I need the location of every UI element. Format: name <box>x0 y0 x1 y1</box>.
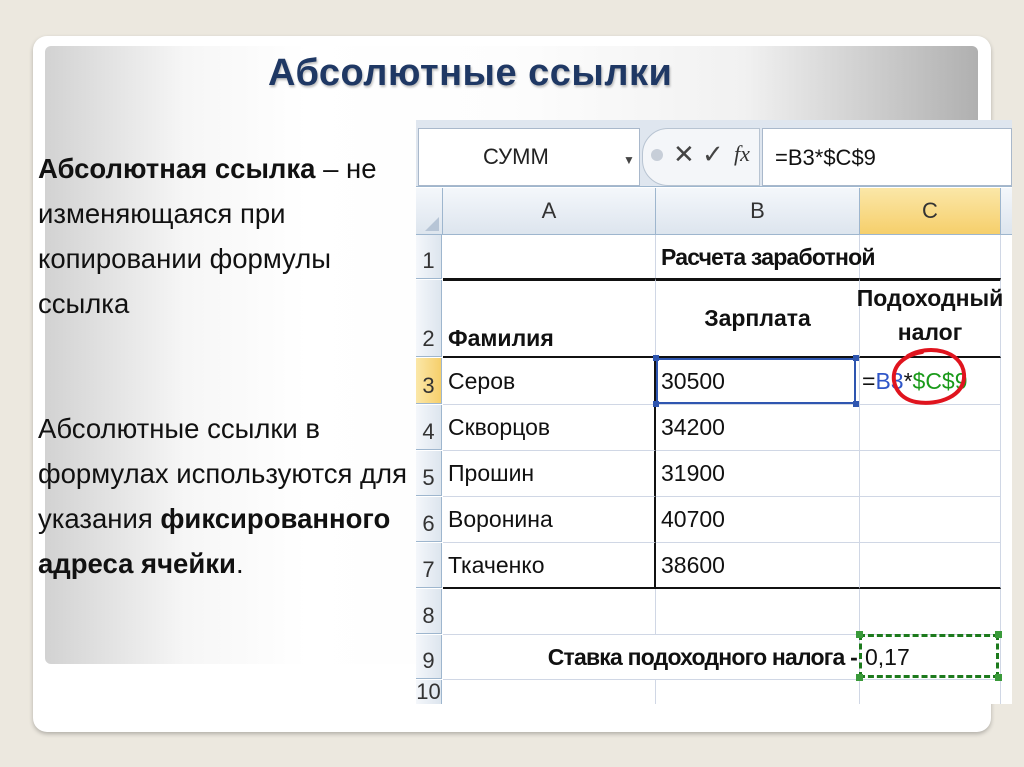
cell-a5[interactable]: Прошин <box>443 451 656 497</box>
formula-buttons: ✕ ✓ fx <box>642 128 760 186</box>
formula-text: =B3*$C$9 <box>775 145 876 170</box>
salary-value: 31900 <box>661 460 725 486</box>
row-header-3[interactable]: 3 <box>416 358 442 404</box>
check-icon[interactable]: ✓ <box>702 139 724 170</box>
surname-value: Серов <box>448 367 516 394</box>
column-header-a[interactable]: A <box>443 188 656 235</box>
insert-function-icon[interactable]: fx <box>734 141 750 167</box>
row-header-10[interactable]: 10 <box>416 679 442 704</box>
row-header-7[interactable]: 7 <box>416 543 442 588</box>
cell-c4[interactable] <box>860 405 1001 451</box>
chevron-down-icon[interactable]: ▼ <box>623 153 635 167</box>
formula-input[interactable]: =B3*$C$9 <box>762 128 1012 186</box>
header-tax: Подоходный налог <box>856 285 1004 345</box>
cell-b10[interactable] <box>656 680 860 704</box>
cell-b6[interactable]: 40700 <box>656 497 860 543</box>
select-all-corner[interactable] <box>416 188 443 235</box>
row-header-6[interactable]: 6 <box>416 497 442 542</box>
reference-marquee-c9 <box>859 634 999 678</box>
row-header-1[interactable]: 1 <box>416 235 442 279</box>
definition-paragraph: Абсолютная ссылка – не изменяющаяся при … <box>38 146 418 326</box>
cell-c1[interactable] <box>860 235 1001 280</box>
column-header-d[interactable] <box>1001 188 1012 235</box>
salary-value: 40700 <box>661 506 725 532</box>
cell-c6[interactable] <box>860 497 1001 543</box>
row-header-2[interactable]: 2 <box>416 280 442 357</box>
cell-a9-b9[interactable]: Ставка подоходного налога - <box>443 635 860 680</box>
edit-ref-relative: B3 <box>875 367 904 394</box>
name-box-value: СУММ <box>483 144 549 169</box>
header-salary: Зарплата <box>704 305 811 331</box>
cell-a1[interactable] <box>443 235 656 280</box>
reference-handle[interactable] <box>653 355 659 361</box>
usage-paragraph: Абсолютные ссылки в формулах используютс… <box>38 406 418 586</box>
cell-a6[interactable]: Воронина <box>443 497 656 543</box>
cell-b8[interactable] <box>656 589 860 635</box>
row-header-5[interactable]: 5 <box>416 451 442 496</box>
surname-value: Воронина <box>448 506 553 532</box>
column-header-b[interactable]: B <box>656 188 860 235</box>
surname-value: Скворцов <box>448 414 551 440</box>
edit-prefix: = <box>862 367 876 394</box>
sheet-title: Расчета заработной <box>661 243 876 270</box>
cancel-icon[interactable]: ✕ <box>673 139 695 170</box>
cell-a10[interactable] <box>443 680 656 704</box>
cell-c2[interactable]: Подоходный налог <box>856 278 1004 358</box>
surname-value: Ткаченко <box>448 551 545 578</box>
row-header-8[interactable]: 8 <box>416 589 442 634</box>
cell-c3-editing[interactable]: = B3 * $C$9 <box>860 358 1001 405</box>
cell-b1[interactable]: Расчета заработной <box>656 235 876 280</box>
rate-label: Ставка подоходного налога - <box>547 643 858 670</box>
row-header-9[interactable]: 9 <box>416 635 442 679</box>
cell-b2[interactable]: Зарплата <box>656 278 860 358</box>
definition-term: Абсолютная ссылка <box>38 153 316 184</box>
spreadsheet: СУММ ▼ ✕ ✓ fx =B3*$C$9 A B C 1 2 3 4 5 6… <box>416 120 1012 704</box>
cell-c5[interactable] <box>860 451 1001 497</box>
reference-handle[interactable] <box>856 674 863 681</box>
salary-value: 38600 <box>661 551 725 578</box>
cell-b7[interactable]: 38600 <box>656 543 860 589</box>
reference-handle[interactable] <box>995 674 1002 681</box>
cell-b5[interactable]: 31900 <box>656 451 860 497</box>
cell-a3[interactable]: Серов <box>443 358 656 405</box>
slide-title: Абсолютные ссылки <box>268 52 673 94</box>
reference-highlight-b3 <box>656 358 856 404</box>
select-all-icon <box>425 217 439 231</box>
resize-handle-icon[interactable] <box>651 149 663 161</box>
header-surname: Фамилия <box>448 325 554 351</box>
edit-ref-absolute: $C$9 <box>912 367 968 394</box>
formula-bar: СУММ ▼ ✕ ✓ fx =B3*$C$9 <box>416 120 1012 187</box>
surname-value: Прошин <box>448 460 535 486</box>
salary-value: 34200 <box>661 414 725 440</box>
cell-a4[interactable]: Скворцов <box>443 405 656 451</box>
reference-handle[interactable] <box>856 631 863 638</box>
reference-handle[interactable] <box>995 631 1002 638</box>
column-header-c[interactable]: C <box>860 188 1001 235</box>
cell-c10[interactable] <box>860 680 1001 704</box>
cell-a8[interactable] <box>443 589 656 635</box>
usage-end: . <box>235 548 244 579</box>
cell-b4[interactable]: 34200 <box>656 405 860 451</box>
reference-handle[interactable] <box>853 401 859 407</box>
reference-handle[interactable] <box>853 355 859 361</box>
cell-a2[interactable]: Фамилия <box>443 278 656 358</box>
cell-c8[interactable] <box>860 589 1001 635</box>
row-header-4[interactable]: 4 <box>416 405 442 450</box>
edit-operator: * <box>903 367 913 394</box>
cell-c7[interactable] <box>860 543 1001 589</box>
cell-a7[interactable]: Ткаченко <box>443 543 656 589</box>
name-box[interactable]: СУММ ▼ <box>418 128 640 186</box>
reference-handle[interactable] <box>653 401 659 407</box>
